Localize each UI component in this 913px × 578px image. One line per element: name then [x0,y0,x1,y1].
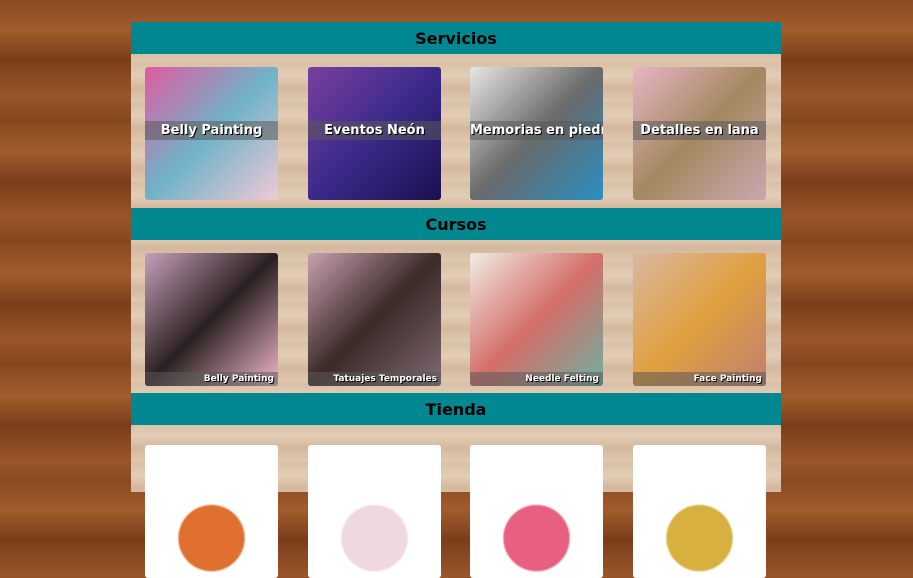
tile-caption: Eventos Neón [308,121,441,140]
tile-face-painting[interactable]: Face Painting [633,253,766,386]
tile-belly-painting[interactable]: Belly Painting [145,67,278,200]
tile-caption: Needle Felting [470,372,603,386]
tile-caption: Tatuajes Temporales [308,372,441,386]
tile-tatuajes-temporales[interactable]: Tatuajes Temporales [308,253,441,386]
section-header-servicios: Servicios [131,22,781,54]
section-header-tienda: Tienda [131,393,781,425]
tile-needle-felting[interactable]: Needle Felting [470,253,603,386]
product-tile[interactable] [145,445,278,578]
tile-detalles-en-lana[interactable]: Detalles en lana [633,67,766,200]
product-tile[interactable] [470,445,603,578]
tile-caption: Detalles en lana [633,121,766,140]
tile-belly-painting[interactable]: Belly Painting [145,253,278,386]
tile-caption: Belly Painting [145,372,278,386]
tile-caption: Face Painting [633,372,766,386]
product-tile[interactable] [633,445,766,578]
tile-caption: Memorias en piedra [470,121,603,140]
tile-caption: Belly Painting [145,121,278,140]
section-header-cursos: Cursos [131,208,781,240]
tile-memorias-en-piedra[interactable]: Memorias en piedra [470,67,603,200]
product-tile[interactable] [308,445,441,578]
tile-eventos-neón[interactable]: Eventos Neón [308,67,441,200]
